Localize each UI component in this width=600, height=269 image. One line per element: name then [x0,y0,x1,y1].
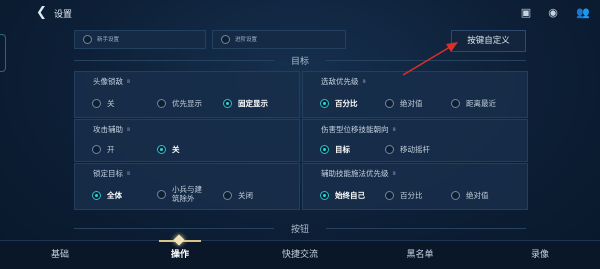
card-title: 攻击辅助 ⅲ [93,125,131,134]
option-label: 新手设置 [97,37,120,43]
newbie-setting-option[interactable]: 新手设置 [74,30,206,49]
option-all[interactable]: 全体 [92,190,122,201]
info-icon: ⅲ [362,79,366,85]
option-absolute[interactable]: 绝对值 [451,190,489,201]
divider [326,228,526,229]
radio-selected-icon [92,191,101,200]
radio-icon [385,99,394,108]
task-icon[interactable]: ▣ [518,5,534,21]
option-exclude-minions[interactable]: 小兵与建筑除外 [157,185,206,203]
option-on[interactable]: 开 [92,144,115,155]
radio-selected-icon [320,99,329,108]
section-title-buttons: 按钮 [290,225,309,235]
radio-icon [83,35,92,44]
tab-blacklist[interactable]: 黑名单 [360,241,480,269]
option-percentage[interactable]: 百分比 [320,98,358,109]
divider [74,60,274,61]
radio-icon [92,145,101,154]
card-title: 选敌优先级 ⅲ [321,77,366,86]
option-priority-show[interactable]: 优先显示 [157,98,202,109]
radio-icon [221,35,230,44]
card-title: 伤害型位移技能朝向 ⅲ [321,125,396,134]
card-title: 锁定目标 ⅲ [93,169,131,178]
radio-selected-icon [223,99,232,108]
radio-selected-icon [320,145,329,154]
hotkey-customize-button[interactable]: 按键自定义 [451,30,526,52]
radio-icon [92,99,101,108]
side-drawer-handle[interactable] [0,34,6,72]
radio-icon [157,99,166,108]
radio-selected-icon [320,191,329,200]
option-close[interactable]: 关闭 [223,190,253,201]
option-always-self[interactable]: 始终自己 [320,190,365,201]
tab-operation[interactable]: 操作 [120,241,240,269]
divider [74,228,274,229]
option-absolute[interactable]: 绝对值 [385,98,423,109]
section-title-target: 目标 [290,57,309,67]
option-off[interactable]: 关 [157,144,180,155]
tab-quick-chat[interactable]: 快捷交流 [240,241,360,269]
friends-icon[interactable]: 👥 [575,5,591,21]
info-icon: ⅲ [127,127,131,133]
advanced-setting-option[interactable]: 进阶设置 [212,30,346,49]
card-avatar-lock: 头像锁敌 ⅲ 关 优先显示 固定显示 [74,71,300,118]
card-title: 辅助技能施法优先级 ⅲ [321,169,396,178]
radio-icon [451,99,460,108]
card-displacement-direction: 伤害型位移技能朝向 ⅲ 目标 移动摇杆 [302,119,528,162]
radio-icon [385,145,394,154]
info-icon: ⅲ [127,79,131,85]
page-title: 设置 [54,10,73,20]
info-icon: ⅲ [392,171,396,177]
coin-icon[interactable]: ◉ [545,5,561,21]
bottom-nav: 基础 操作 快捷交流 黑名单 录像 [0,240,600,269]
radio-icon [451,191,460,200]
info-icon: ⅲ [127,171,131,177]
top-bar: ❮ 设置 ▣ ◉ 👥 [0,0,600,26]
radio-icon [223,191,232,200]
option-off[interactable]: 关 [92,98,115,109]
card-lock-target: 锁定目标 ⅲ 全体 小兵与建筑除外 关闭 [74,163,300,210]
radio-selected-icon [157,145,166,154]
option-target[interactable]: 目标 [320,144,350,155]
card-assist-skill-priority: 辅助技能施法优先级 ⅲ 始终自己 百分比 绝对值 [302,163,528,210]
chevron-left-icon[interactable]: ❮ [36,6,50,20]
card-attack-assist: 攻击辅助 ⅲ 开 关 [74,119,300,162]
tab-basic[interactable]: 基础 [0,241,120,269]
card-title: 头像锁敌 ⅲ [93,77,131,86]
option-fixed-show[interactable]: 固定显示 [223,98,268,109]
option-move-joystick[interactable]: 移动摇杆 [385,144,430,155]
info-icon: ⅲ [392,127,396,133]
radio-icon [385,191,394,200]
card-target-priority: 选敌优先级 ⅲ 百分比 绝对值 距离最近 [302,71,528,118]
option-label: 进阶设置 [235,37,258,43]
tab-replay[interactable]: 录像 [480,241,600,269]
option-percentage[interactable]: 百分比 [385,190,423,201]
divider [326,60,526,61]
option-nearest[interactable]: 距离最近 [451,98,496,109]
radio-icon [157,189,166,199]
